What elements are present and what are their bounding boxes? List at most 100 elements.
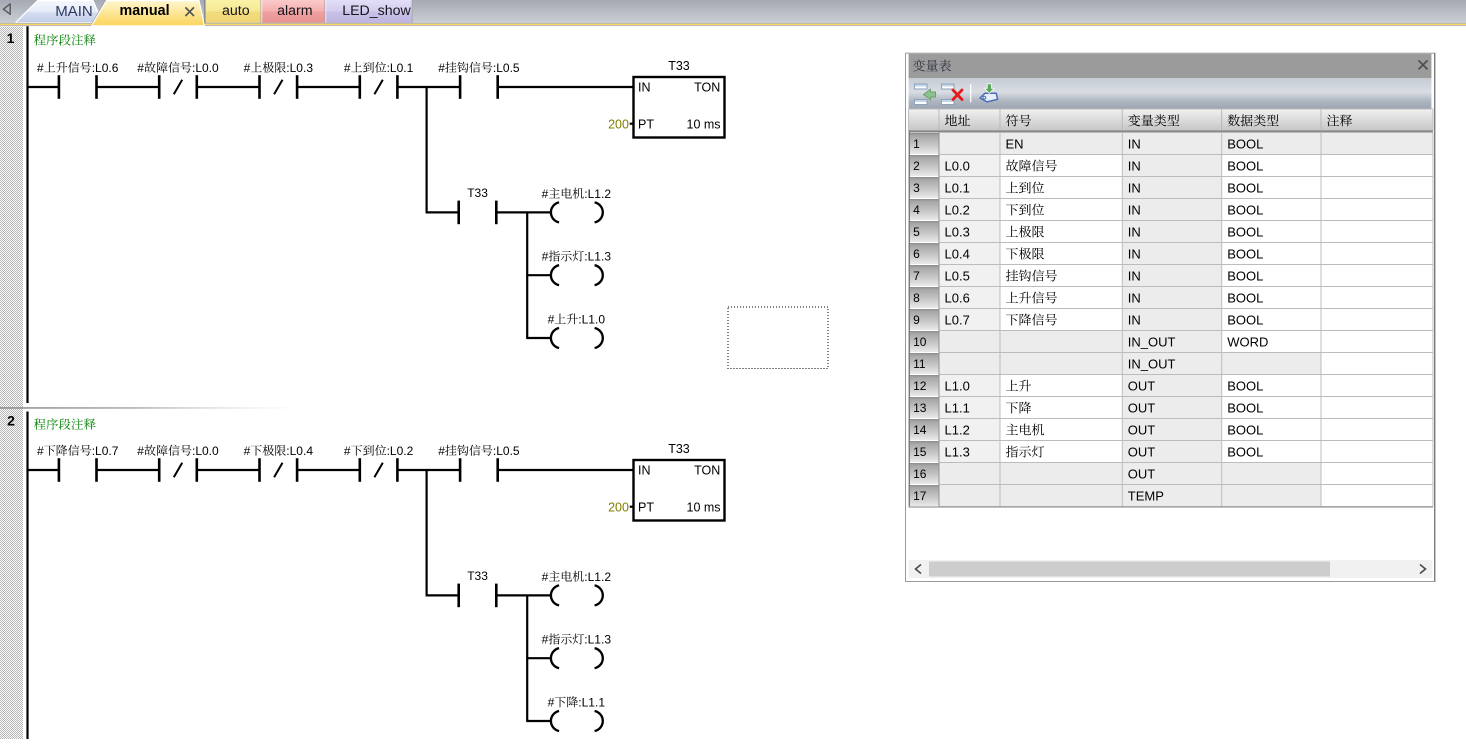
svg-text:#: #	[37, 444, 44, 458]
svg-text:TON: TON	[694, 464, 720, 478]
svg-text:#: #	[137, 61, 144, 75]
svg-text:T33: T33	[668, 442, 690, 456]
svg-text::L0.7: :L0.7	[92, 444, 119, 458]
svg-text:2: 2	[913, 159, 920, 173]
svg-text:12: 12	[913, 379, 927, 393]
svg-text::L1.2: :L1.2	[584, 570, 611, 584]
svg-text:IN: IN	[1128, 291, 1141, 306]
svg-text:10 ms: 10 ms	[687, 118, 721, 132]
svg-text:IN: IN	[638, 81, 651, 95]
svg-text:manual: manual	[120, 3, 170, 19]
svg-text:10 ms: 10 ms	[687, 501, 721, 515]
svg-text:#: #	[438, 61, 445, 75]
svg-text:BOOL: BOOL	[1227, 379, 1263, 394]
svg-text:#: #	[37, 61, 44, 75]
svg-text:L1.3: L1.3	[945, 445, 970, 460]
svg-text:#: #	[344, 444, 351, 458]
svg-text:PT: PT	[638, 118, 654, 132]
svg-text:PT: PT	[638, 501, 654, 515]
svg-text::L0.2: :L0.2	[387, 444, 414, 458]
svg-text::L0.6: :L0.6	[92, 61, 119, 75]
svg-text:WORD: WORD	[1227, 335, 1268, 350]
svg-text:IN_OUT: IN_OUT	[1128, 335, 1176, 350]
svg-text:10: 10	[913, 335, 927, 349]
svg-text:TEMP: TEMP	[1128, 489, 1164, 504]
svg-text:L1.1: L1.1	[945, 401, 970, 416]
svg-text:L1.0: L1.0	[945, 379, 970, 394]
svg-text:L0.6: L0.6	[945, 291, 970, 306]
svg-text:L0.1: L0.1	[945, 181, 970, 196]
svg-text:IN: IN	[1128, 181, 1141, 196]
svg-text:#: #	[542, 570, 549, 584]
svg-text:MAIN: MAIN	[55, 3, 92, 20]
svg-text:BOOL: BOOL	[1227, 445, 1263, 460]
svg-text:1: 1	[913, 137, 920, 151]
svg-text:BOOL: BOOL	[1227, 159, 1263, 174]
svg-text::L0.3: :L0.3	[286, 61, 313, 75]
svg-text:IN_OUT: IN_OUT	[1128, 357, 1176, 372]
svg-text:#: #	[344, 61, 351, 75]
svg-text::L0.1: :L0.1	[387, 61, 414, 75]
svg-text:8: 8	[913, 291, 920, 305]
svg-text:alarm: alarm	[277, 3, 312, 19]
svg-text:T33: T33	[668, 59, 690, 73]
svg-text:IN: IN	[1128, 313, 1141, 328]
svg-text:auto: auto	[222, 3, 250, 19]
svg-text:BOOL: BOOL	[1227, 291, 1263, 306]
svg-text:BOOL: BOOL	[1227, 225, 1263, 240]
svg-text:15: 15	[913, 445, 927, 459]
svg-text:1: 1	[7, 30, 15, 46]
svg-text::L0.0: :L0.0	[192, 444, 219, 458]
svg-text::L0.5: :L0.5	[493, 61, 520, 75]
svg-text:16: 16	[913, 467, 927, 481]
svg-text:OUT: OUT	[1128, 379, 1156, 394]
svg-text:17: 17	[913, 489, 927, 503]
svg-text:L1.2: L1.2	[945, 423, 970, 438]
svg-text:BOOL: BOOL	[1227, 247, 1263, 262]
svg-text:5: 5	[913, 225, 920, 239]
svg-text:BOOL: BOOL	[1227, 269, 1263, 284]
svg-text:#: #	[548, 312, 555, 326]
svg-text:IN: IN	[1128, 159, 1141, 174]
svg-text::L1.0: :L1.0	[578, 312, 605, 326]
svg-text:#: #	[542, 187, 549, 201]
svg-text:#: #	[244, 444, 251, 458]
svg-text:2: 2	[7, 412, 15, 428]
svg-text:OUT: OUT	[1128, 423, 1156, 438]
svg-text:T33: T33	[467, 186, 488, 200]
svg-text:OUT: OUT	[1128, 401, 1156, 416]
svg-text:L0.5: L0.5	[945, 269, 970, 284]
svg-text:OUT: OUT	[1128, 467, 1156, 482]
svg-text:BOOL: BOOL	[1227, 423, 1263, 438]
svg-text:#: #	[438, 444, 445, 458]
svg-text:#: #	[542, 250, 549, 264]
svg-text:IN: IN	[1128, 137, 1141, 152]
svg-text:#: #	[137, 444, 144, 458]
svg-text::L0.4: :L0.4	[286, 444, 313, 458]
svg-text:BOOL: BOOL	[1227, 137, 1263, 152]
svg-text:#: #	[542, 633, 549, 647]
svg-text:4: 4	[913, 203, 920, 217]
svg-text:BOOL: BOOL	[1227, 181, 1263, 196]
svg-text:L0.3: L0.3	[945, 225, 970, 240]
svg-text:TON: TON	[694, 81, 720, 95]
svg-text::L1.1: :L1.1	[578, 695, 605, 709]
svg-text:IN: IN	[1128, 269, 1141, 284]
svg-text:L0.2: L0.2	[945, 203, 970, 218]
svg-text:BOOL: BOOL	[1227, 313, 1263, 328]
svg-text:200: 200	[608, 501, 629, 515]
svg-text:IN: IN	[638, 464, 651, 478]
svg-text:T33: T33	[467, 569, 488, 583]
svg-text::L0.5: :L0.5	[493, 444, 520, 458]
svg-text:3: 3	[913, 181, 920, 195]
svg-text:OUT: OUT	[1128, 445, 1156, 460]
svg-text:#: #	[548, 695, 555, 709]
svg-text:EN: EN	[1006, 137, 1024, 152]
svg-text:6: 6	[913, 247, 920, 261]
svg-text:#: #	[244, 61, 251, 75]
svg-text:IN: IN	[1128, 247, 1141, 262]
svg-text:9: 9	[913, 313, 920, 327]
svg-text:7: 7	[913, 269, 920, 283]
svg-text:L0.7: L0.7	[945, 313, 970, 328]
svg-text:200: 200	[608, 118, 629, 132]
